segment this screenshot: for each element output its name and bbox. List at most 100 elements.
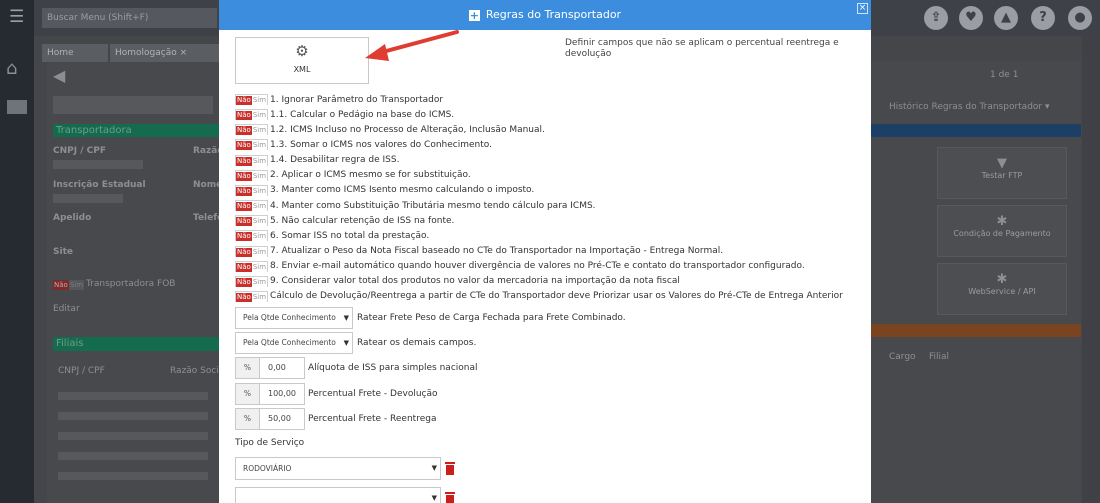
tab-homologacao[interactable]: Homologação × — [110, 44, 220, 62]
plus-icon: + — [468, 9, 480, 22]
red-arrow-annotation — [365, 30, 459, 61]
freight-redelivery-input[interactable]: 50,00 — [260, 409, 304, 429]
hamburger-icon[interactable]: ☰ — [9, 9, 24, 26]
xml-button[interactable]: ⚙ XML — [235, 37, 369, 84]
rule-toggle[interactable]: Não Sim — [235, 200, 269, 212]
percent-addon: % — [236, 409, 260, 429]
rule-item: Não Sim 6. Somar ISS no total da prestação… — [235, 230, 429, 242]
rule-toggle[interactable]: Não Sim — [235, 290, 269, 302]
rule-item: Não Sim 8. Enviar e-mail automático quando… — [235, 260, 805, 273]
test-ftp-tile[interactable]: ▼ Testar FTP — [937, 147, 1067, 199]
rule-toggle[interactable]: Não Sim — [235, 94, 269, 105]
rule-toggle[interactable]: Não Sim — [235, 230, 269, 242]
rateio-freight-label: Ratear Frete Peso de Carga Fechada para … — [357, 313, 626, 323]
rateio-freight-select[interactable]: Pela Qtde Conhecimento ▼ — [235, 307, 353, 329]
service-type-select[interactable]: ▼ — [235, 487, 441, 503]
home-icon[interactable]: ⌂ — [6, 58, 17, 79]
rule-item: Não Sim 3. Manter como ICMS Isento mesmo c… — [235, 184, 534, 197]
freight-redelivery-label: Percentual Frete - Reentrega — [308, 414, 437, 424]
help-icon[interactable]: ? — [1031, 6, 1055, 30]
label-nome: Nome — [193, 180, 223, 190]
iss-rate-input-group: % 0,00 — [235, 357, 305, 379]
rateio-other-label: Ratear os demais campos. — [357, 338, 477, 348]
service-type-select[interactable]: RODOVIÁRIO ▼ — [235, 457, 441, 480]
rule-item: Não Sim 4. Manter como Substituição Tribut… — [235, 200, 596, 212]
rule-label: 7. Atualizar o Peso da Nota Fiscal basea… — [270, 246, 724, 256]
fob-label: Transportadora FOB — [86, 279, 176, 289]
freight-return-input-group: % 100,00 — [235, 383, 305, 405]
rule-toggle[interactable]: Não Sim — [235, 139, 269, 151]
tab-home[interactable]: Home — [42, 44, 108, 62]
page-scrollbar[interactable] — [1082, 36, 1100, 503]
health-icon[interactable]: ♥ — [959, 6, 983, 30]
menu-search-input[interactable]: Buscar Menu (Shift+F) — [42, 8, 217, 28]
carrier-rules-modal: + Regras do Transportador × ⚙ XML Definir… — [219, 0, 871, 503]
webservice-tile[interactable]: ✱ WebService / API — [937, 263, 1067, 315]
freight-redelivery-input-group: % 50,00 — [235, 408, 305, 430]
trash-icon[interactable] — [445, 462, 455, 475]
rule-toggle[interactable]: Não Sim — [235, 215, 269, 227]
pagination-text: 1 de 1 — [990, 70, 1019, 80]
rateio-other-select[interactable]: Pela Qtde Conhecimento ▼ — [235, 332, 353, 354]
edit-link[interactable]: Editar — [53, 304, 80, 314]
rule-item: Não Sim 7. Atualizar o Peso da Nota Fiscal… — [235, 245, 724, 258]
blurred-row — [58, 432, 208, 440]
caret-down-icon: ▼ — [431, 494, 437, 502]
rule-label: 6. Somar ISS no total da prestação. — [270, 230, 430, 241]
left-sidebar: ⌂ — [0, 0, 34, 503]
gear-icon: ✱ — [996, 214, 1008, 229]
right-blue-bar — [871, 124, 1081, 137]
blurred-row — [58, 392, 208, 400]
caret-down-icon: ▼ — [343, 314, 349, 322]
back-arrow-icon[interactable]: ◀ — [53, 66, 65, 85]
percent-addon: % — [236, 384, 260, 404]
rule-toggle[interactable]: Não Sim — [235, 169, 269, 181]
col-cargo: Cargo — [889, 352, 916, 362]
freight-return-input[interactable]: 100,00 — [260, 384, 304, 404]
label-site: Site — [53, 247, 73, 257]
rule-label: 4. Manter como Substituição Tributária m… — [270, 200, 596, 211]
rule-toggle[interactable]: Não Sim — [235, 109, 269, 121]
label-cnpj: CNPJ / CPF — [53, 146, 106, 156]
rule-toggle[interactable]: Não Sim — [235, 275, 269, 287]
rule-toggle[interactable]: Não Sim — [235, 124, 269, 136]
factory-icon[interactable] — [7, 100, 27, 114]
percent-addon: % — [236, 358, 260, 378]
rule-label: 9. Considerar valor total dos produtos n… — [270, 276, 680, 287]
modal-title: Regras do Transportador — [485, 8, 622, 21]
user-avatar-icon[interactable]: ● — [1068, 6, 1092, 30]
rule-toggle[interactable]: Não Sim — [235, 154, 269, 166]
service-type-label: Tipo de Serviço — [235, 438, 305, 448]
rule-label: 1.2. ICMS Incluso no Processo de Alteraç… — [270, 124, 545, 135]
rule-item: Não Sim 5. Não calcular retenção de ISS na… — [235, 215, 454, 227]
label-apelido: Apelido — [53, 213, 92, 223]
rule-toggle[interactable]: Não Sim — [235, 260, 269, 272]
rule-item: Não Sim Cálculo de Devolução/Reentrega a p… — [235, 290, 843, 303]
rule-item: Não Sim 9. Considerar valor total dos prod… — [235, 275, 680, 288]
payment-condition-tile[interactable]: ✱ Condição de Pagamento — [937, 205, 1067, 257]
rule-item: Não Sim 2. Aplicar o ICMS mesmo se for sub… — [235, 169, 471, 182]
right-orange-bar — [871, 324, 1081, 337]
xml-button-label: XML — [293, 65, 311, 74]
filiais-section-title: Filiais — [53, 337, 219, 351]
rule-label: 1.3. Somar o ICMS nos valores do Conheci… — [270, 139, 492, 150]
upload-icon[interactable]: ⇪ — [924, 6, 948, 30]
iss-rate-input[interactable]: 0,00 — [260, 358, 304, 378]
close-button[interactable]: × — [857, 3, 868, 14]
gear-icon: ✱ — [996, 272, 1008, 287]
rule-item: Não Sim 1.3. Somar o ICMS nos valores do C… — [235, 139, 492, 151]
rule-toggle[interactable]: Não Sim — [235, 184, 269, 196]
blurred-name — [53, 96, 213, 114]
rule-toggle[interactable]: Não Sim — [235, 245, 269, 257]
modal-header: + Regras do Transportador × — [219, 0, 871, 30]
rule-label: Cálculo de Devolução/Reentrega a partir … — [270, 291, 843, 302]
rule-label: 1. Ignorar Parâmetro do Transportador — [270, 94, 444, 105]
history-dropdown[interactable]: Histórico Regras do Transportador ▾ — [889, 102, 1050, 112]
col-filial: Filial — [929, 352, 950, 362]
bell-icon[interactable]: ▲ — [994, 6, 1018, 30]
rule-label: 5. Não calcular retenção de ISS na fonte… — [270, 215, 455, 226]
fob-toggle[interactable]: Não Sim — [53, 280, 85, 290]
trash-icon[interactable] — [445, 492, 455, 503]
filiais-col-cnpj: CNPJ / CPF — [58, 366, 105, 376]
caret-down-icon: ▼ — [343, 339, 349, 347]
